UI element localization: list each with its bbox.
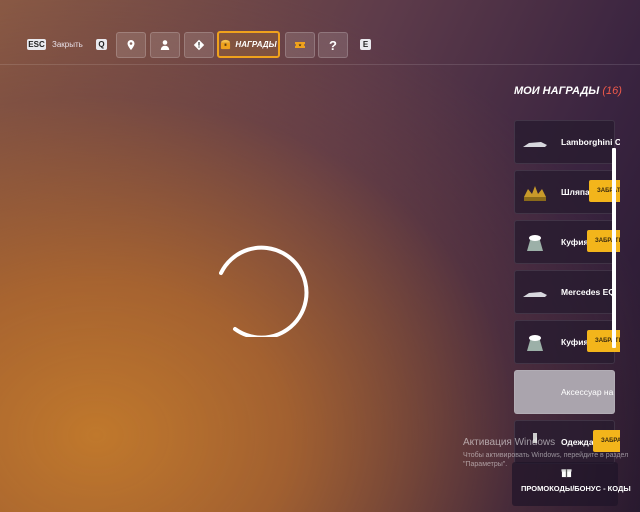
rewards-list[interactable]: Lamborghini C Шляпа ЗАБРАТЬ Куфия ЗАБРАТ… bbox=[512, 113, 620, 470]
map-button[interactable] bbox=[116, 32, 146, 58]
esc-key-hint[interactable]: ESC bbox=[27, 39, 46, 50]
reward-item-selected[interactable]: Аксессуар на bbox=[514, 370, 615, 414]
rewards-title-text: МОИ НАГРАДЫ bbox=[514, 85, 600, 97]
scroll-marker bbox=[613, 218, 616, 224]
car-icon bbox=[523, 142, 547, 147]
windows-activation-subtitle: Чтобы активировать Windows, перейдите в … bbox=[463, 452, 629, 468]
reward-item[interactable]: Lamborghini C bbox=[514, 120, 620, 164]
windows-activation-title: Активация Windows bbox=[463, 437, 556, 448]
q-key-hint: Q bbox=[96, 39, 107, 50]
rewards-tab-button[interactable]: НАГРАДЫ bbox=[217, 31, 280, 58]
alert-icon bbox=[193, 39, 205, 51]
claim-button[interactable]: ЗАБРАТЬ bbox=[593, 430, 620, 452]
scroll-marker bbox=[613, 330, 616, 336]
keffiyeh-icon bbox=[527, 235, 543, 251]
reward-item[interactable]: Шляпа ЗАБРАТЬ bbox=[514, 170, 620, 214]
reward-item-name: Аксессуар на bbox=[561, 387, 614, 397]
reward-item-name: Одежда bbox=[561, 437, 594, 447]
profile-button[interactable] bbox=[150, 32, 180, 58]
rewards-panel-title: МОИ НАГРАДЫ (16) bbox=[514, 85, 622, 97]
rewards-tab-label: НАГРАДЫ bbox=[235, 40, 277, 49]
loading-spinner bbox=[219, 245, 309, 337]
person-icon bbox=[160, 40, 170, 50]
rewards-chest-icon bbox=[221, 39, 231, 50]
top-nav-bar: ESC Закрыть Q НАГРАДЫ ? E bbox=[0, 0, 640, 65]
e-key-hint: E bbox=[360, 39, 371, 50]
reward-item[interactable]: Куфия ЗАБРАТЬ bbox=[514, 320, 620, 364]
map-pin-icon bbox=[127, 40, 135, 50]
hat-icon bbox=[524, 186, 546, 201]
reward-item-name: Lamborghini C bbox=[561, 137, 620, 147]
tickets-button[interactable] bbox=[285, 32, 315, 58]
reward-item-name: Mercedes EQ bbox=[561, 287, 615, 297]
car-icon bbox=[523, 292, 547, 297]
reward-item-name: Шляпа bbox=[561, 187, 590, 197]
reward-item[interactable]: Mercedes EQ bbox=[514, 270, 615, 314]
keffiyeh-icon bbox=[527, 335, 543, 351]
reward-item[interactable]: Куфия ЗАБРАТЬ bbox=[514, 220, 620, 264]
reward-item-name: Куфия bbox=[561, 337, 589, 347]
rewards-count: (16) bbox=[602, 85, 622, 97]
alerts-button[interactable] bbox=[184, 32, 214, 58]
reward-item-name: Куфия bbox=[561, 237, 589, 247]
rewards-scrollbar[interactable] bbox=[612, 148, 616, 348]
promo-codes-label[interactable]: ПРОМОКОДЫ/БОНУС - КОДЫ bbox=[521, 484, 631, 493]
close-label[interactable]: Закрыть bbox=[52, 40, 83, 49]
help-button[interactable]: ? bbox=[318, 32, 348, 58]
ticket-icon bbox=[295, 42, 305, 48]
help-icon: ? bbox=[329, 37, 337, 53]
